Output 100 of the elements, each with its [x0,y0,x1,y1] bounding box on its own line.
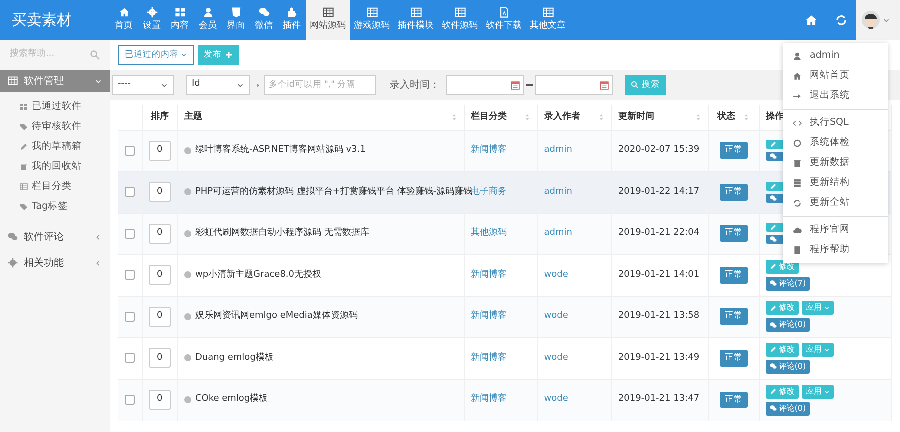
sidebar-item[interactable]: 已通过软件 [0,97,110,117]
publish-button[interactable]: 发布 [198,45,239,65]
nav-tab[interactable]: 内容 [166,0,194,40]
nav-tab[interactable]: 游戏源码 [350,0,394,40]
edit-button[interactable]: 修改 [766,384,799,398]
sidebar-item[interactable]: 待审核软件 [0,117,110,137]
date-field[interactable] [535,75,613,95]
sidebar-item[interactable]: 我的草稿箱 [0,137,110,157]
apply-button[interactable]: 应用 [802,342,834,357]
order-field[interactable]: 0 [148,306,171,327]
nav-tab[interactable]: 微信 [250,0,278,40]
sidebar-section[interactable]: 相关功能 [0,252,110,274]
bullet-icon [184,230,192,238]
nav-tab[interactable]: 网站源码 [306,0,350,40]
edit-button[interactable]: 修改 [766,301,799,316]
nav-tab[interactable]: 其他文章 [526,0,570,40]
nav-tab[interactable]: 软件下载 [482,0,526,40]
title-link[interactable]: COke emlog模板 [195,393,268,407]
comment-button[interactable]: 评论(0) [766,318,810,332]
apply-button[interactable]: 应用 [802,384,834,398]
sidebar-section[interactable]: 软件评论 [0,226,110,248]
order-field[interactable]: 0 [148,390,171,410]
search-field[interactable]: 搜索帮助... [10,48,80,62]
row-checkbox[interactable] [124,270,135,280]
sidebar-item[interactable]: 栏目分类 [0,177,110,197]
nav-tab[interactable]: 首页 [110,0,138,40]
tag-icon [20,203,28,211]
menu-item[interactable]: 程序帮助 [783,240,888,260]
menu-item[interactable]: 系统体检 [783,133,888,153]
sidebar-item[interactable]: Tag标签 [0,197,110,217]
menu-item[interactable]: 更新数据 [783,153,888,173]
sidebar-section[interactable]: 软件管理 [0,70,110,92]
refresh-icon [834,14,848,26]
category-link[interactable]: 其他源码 [471,228,508,238]
nav-tab[interactable]: 界面 [222,0,250,40]
title-link[interactable]: PHP可运营的仿素材源码 虚拟平台+打赏赚钱平台 体验赚钱-源码赚钱 [195,186,473,199]
author-link[interactable]: wode [544,394,568,404]
edit-button[interactable]: 修改 [766,342,799,357]
table-icon [454,6,466,18]
sort-icon [694,114,702,121]
author-link[interactable]: wode [544,311,568,321]
menu-item[interactable]: 执行SQL [783,113,888,133]
comment-button[interactable]: 评论(7) [766,276,810,291]
menu-item[interactable]: 网站首页 [783,66,888,86]
bullet-icon [184,188,192,196]
home-icon [804,14,818,26]
author-link[interactable]: admin [544,228,572,238]
order-field[interactable]: 0 [148,182,171,202]
author-link[interactable]: wode [544,270,568,280]
order-field[interactable]: 0 [148,348,171,368]
row-checkbox[interactable] [124,312,135,322]
chevron-icon [95,78,102,84]
row-checkbox[interactable] [124,187,135,198]
order-field[interactable]: 0 [148,224,171,244]
menu-item[interactable]: 更新结构 [783,173,888,193]
title-link[interactable]: 绿叶博客系统-ASP.NET博客网站源码 v3.1 [195,144,366,158]
category-link[interactable]: 新闻博客 [471,270,508,280]
apply-button[interactable]: 应用 [802,301,834,316]
row-checkbox[interactable] [124,228,135,239]
comment-button[interactable]: 评论(0) [766,402,810,416]
nav-tab[interactable]: 插件 [278,0,306,40]
title-link[interactable]: 彩虹代刷网数据自动小程序源码 无需数据库 [195,227,370,240]
title-link[interactable]: Duang emlog模板 [195,352,274,365]
grid-icon [174,6,186,18]
range-dash [526,84,533,86]
menu-item[interactable]: 更新全站 [783,193,888,213]
category-link[interactable]: 新闻博客 [471,394,508,404]
date-field[interactable] [446,75,524,95]
order-field[interactable]: 0 [148,265,171,286]
caret-icon [161,82,168,88]
nav-tab[interactable]: 软件源码 [438,0,482,40]
menu-item[interactable]: 退出系统 [783,86,888,106]
author-link[interactable]: admin [544,186,572,196]
content-filter-dropdown[interactable]: 已通过的内容 [118,45,194,65]
home-icon [793,72,802,80]
menu-item[interactable]: 程序官网 [783,220,888,240]
title-link[interactable]: 娱乐网资讯网emlgo eMedia媒体资源码 [195,310,358,324]
sort-icon [743,114,750,121]
nav-tab[interactable]: 插件模块 [394,0,438,40]
sidebar-item[interactable]: 我的回收站 [0,157,110,177]
author-link[interactable]: wode [544,352,568,362]
title-link[interactable]: wp小清新主题Grace8.0无授权 [195,268,322,282]
search-button[interactable]: 搜索 [625,75,666,95]
category-link[interactable]: 电子商务 [471,186,508,196]
ids-field[interactable]: 多个id可以用 "," 分隔 [264,75,376,95]
row-checkbox[interactable] [124,146,135,156]
row-checkbox[interactable] [124,353,135,364]
menu-item[interactable]: admin [783,46,888,66]
author-link[interactable]: admin [544,145,572,155]
category-select[interactable]: ---- [112,75,174,95]
category-link[interactable]: 新闻博客 [471,352,508,362]
order-field[interactable]: 0 [148,140,171,161]
nav-tab[interactable]: 设置 [138,0,166,40]
field-select[interactable]: Id [186,75,250,95]
user-menu-button[interactable] [856,0,900,40]
category-link[interactable]: 新闻博客 [471,145,508,155]
category-link[interactable]: 新闻博客 [471,311,508,321]
row-checkbox[interactable] [124,395,135,405]
comment-button[interactable]: 评论(0) [766,360,810,374]
nav-tab[interactable]: 会员 [194,0,222,40]
